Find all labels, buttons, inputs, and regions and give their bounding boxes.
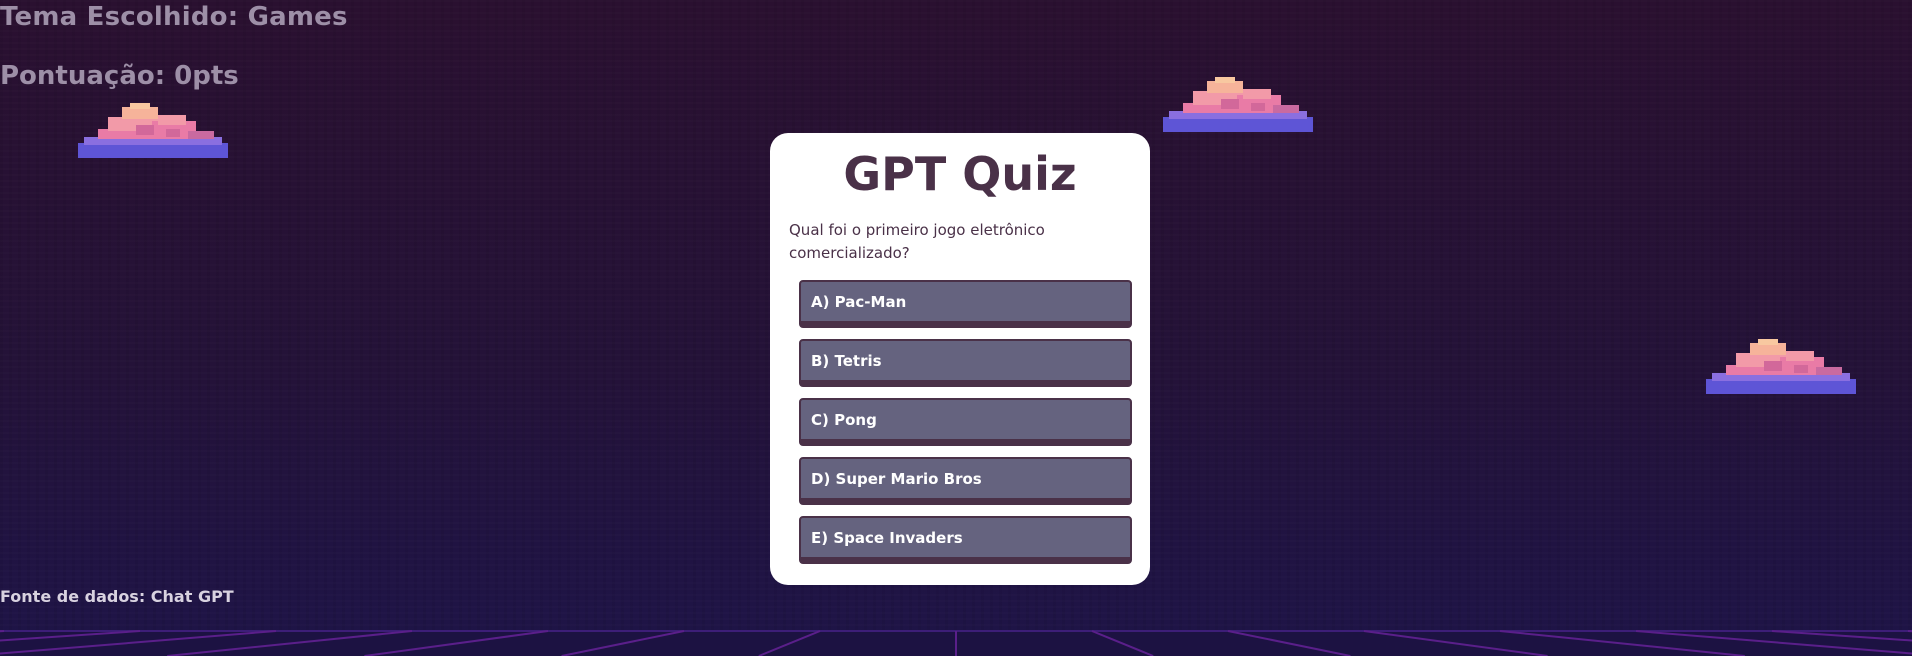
answer-option-a[interactable]: A) Pac-Man (799, 280, 1132, 328)
answer-option-e[interactable]: E) Space Invaders (799, 516, 1132, 564)
chosen-topic-heading: Tema Escolhido: Games (0, 2, 348, 32)
grid-floor (0, 630, 1912, 656)
pixel-cloud-icon (78, 103, 228, 158)
data-source-note: Fonte de dados: Chat GPT (0, 587, 234, 606)
answer-option-d[interactable]: D) Super Mario Bros (799, 457, 1132, 505)
answer-option-c[interactable]: C) Pong (799, 398, 1132, 446)
quiz-card: GPT Quiz Qual foi o primeiro jogo eletrô… (770, 133, 1150, 585)
answer-option-b[interactable]: B) Tetris (799, 339, 1132, 387)
score-heading: Pontuação: 0pts (0, 61, 239, 91)
pixel-cloud-icon (1706, 339, 1856, 394)
question-text: Qual foi o primeiro jogo eletrônico come… (789, 221, 1045, 262)
answer-options: A) Pac-Man B) Tetris C) Pong D) Super Ma… (799, 280, 1132, 575)
quiz-title: GPT Quiz (843, 147, 1077, 201)
pixel-cloud-icon (1163, 77, 1313, 132)
